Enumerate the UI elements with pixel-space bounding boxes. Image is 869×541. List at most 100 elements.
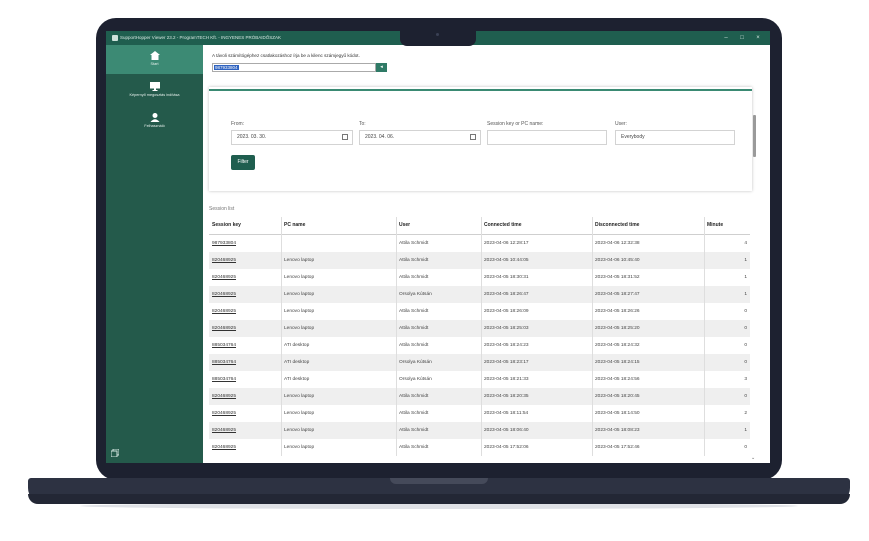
column-header[interactable]: Session key [212,217,241,234]
table-row[interactable]: 987933804 Attila Schmidt 2023-04-06 12:28:… [209,235,750,252]
scrollbar-thumb[interactable] [753,115,756,157]
table-cell: 2023-04-05 18:20:45 [595,394,640,399]
about-icon[interactable] [111,449,119,457]
maximize-button[interactable]: □ [734,31,750,45]
table-cell: Lenovo laptop [284,292,315,297]
main-content: A távoli számítógéphez csatlakozáshoz ír… [203,45,770,463]
table-cell: Lenovo laptop [284,326,315,331]
session-key-link[interactable]: 885034764 [212,354,236,371]
session-key-label: Session key or PC name: [487,121,544,127]
camera-notch [400,30,476,46]
table-row[interactable]: 820468925 Lenovo laptop Attila Schmidt 2023… [209,439,750,456]
table-row[interactable]: 885034764 ATI desktop Orsolya Kútsán 2023-0… [209,371,750,388]
table-cell: Attila Schmidt [399,411,429,416]
table-row[interactable]: 820468925 Lenovo laptop Attila Schmidt 2023… [209,269,750,286]
table-cell: 2023-04-05 18:06:40 [484,428,529,433]
table-cell: 1 [744,275,747,280]
table-row[interactable]: 820468925 Lenovo laptop Orsolya Kútsán 2023… [209,286,750,303]
table-cell: 2023-04-05 18:25:20 [595,326,640,331]
table-cell: 1 [744,428,747,433]
table-cell: 2023-04-05 18:20:35 [484,394,529,399]
table-cell: 0 [744,326,747,331]
table-row[interactable]: 885034764 ATI desktop Attila Schmidt 2023-0… [209,337,750,354]
session-key-link[interactable]: 820468925 [212,422,236,439]
connect-prompt: A távoli számítógéphez csatlakozáshoz ír… [212,53,360,58]
session-code-input[interactable]: 987933804 [212,63,376,72]
column-header[interactable]: Connected time [484,217,522,234]
table-row[interactable]: 820468925 Lenovo laptop Attila Schmidt 2023… [209,422,750,439]
table-cell: 2023-04-05 18:25:03 [484,326,529,331]
table-cell: 2023-04-05 18:26:47 [484,292,529,297]
camera-dot [436,33,439,36]
sidebar-item-share-screen[interactable]: Képernyő megosztás indítása [106,76,203,105]
session-key-link[interactable]: 885034764 [212,371,236,388]
table-cell: Attila Schmidt [399,309,429,314]
session-key-input[interactable] [487,130,607,145]
table-cell: 0 [744,309,747,314]
table-cell: Lenovo laptop [284,411,315,416]
table-cell: Lenovo laptop [284,428,315,433]
minimize-button[interactable]: – [718,31,734,45]
laptop-base-lip [28,494,850,504]
window-title: SupportHopper Viewer 23.2 - ProgramTECH … [120,35,281,40]
table-cell: Attila Schmidt [399,445,429,450]
sidebar-item-user[interactable]: Felhasználó [106,107,203,136]
session-key-link[interactable]: 820468925 [212,388,236,405]
user-select-value: Everybody [621,134,645,140]
column-header[interactable]: PC name [284,217,305,234]
column-divider [281,217,282,456]
scroll-down-arrow-icon[interactable]: ⌄ [751,455,755,461]
table-cell: 0 [744,343,747,348]
table-cell: Attila Schmidt [399,275,429,280]
table-cell: 1 [744,292,747,297]
table-cell: 0 [744,360,747,365]
table-cell: Lenovo laptop [284,275,315,280]
column-header[interactable]: Disconnected time [595,217,639,234]
sidebar-item-label: Start [150,62,159,66]
column-header[interactable]: User [399,217,410,234]
session-key-link[interactable]: 820468925 [212,405,236,422]
session-key-link[interactable]: 820468925 [212,286,236,303]
vertical-scrollbar[interactable] [752,113,758,463]
filter-button[interactable]: Filter [231,155,255,170]
table-row[interactable]: 820468925 Lenovo laptop Attila Schmidt 2023… [209,303,750,320]
calendar-icon[interactable] [470,134,476,140]
calendar-icon[interactable] [342,134,348,140]
session-key-link[interactable]: 820468925 [212,303,236,320]
table-row[interactable]: 885034764 ATI desktop Orsolya Kútsán 2023-0… [209,354,750,371]
to-label: To: [359,121,366,127]
session-key-link[interactable]: 820468925 [212,320,236,337]
table-cell: 2023-04-05 18:27:47 [595,292,640,297]
home-icon [149,51,160,60]
from-date-input[interactable]: 2023. 03. 30. [231,130,353,145]
session-key-link[interactable]: 820468925 [212,252,236,269]
table-cell: Lenovo laptop [284,445,315,450]
table-cell: 4 [744,241,747,246]
session-key-link[interactable]: 987933804 [212,235,236,252]
app-window: SupportHopper Viewer 23.2 - ProgramTECH … [106,31,770,463]
table-cell: Attila Schmidt [399,258,429,263]
table-cell: 2023-04-06 12:32:38 [595,241,640,246]
table-cell: Attila Schmidt [399,428,429,433]
table-cell: Attila Schmidt [399,241,429,246]
table-row[interactable]: 820468925 Lenovo laptop Attila Schmidt 2023… [209,320,750,337]
table-cell: Orsolya Kútsán [399,377,432,382]
from-date-value: 2023. 03. 30. [237,134,267,140]
column-divider [396,217,397,456]
table-cell: Orsolya Kútsán [399,360,432,365]
table-row[interactable]: 820468925 Lenovo laptop Attila Schmidt 2023… [209,252,750,269]
table-row[interactable]: 820468925 Lenovo laptop Attila Schmidt 2023… [209,388,750,405]
column-header[interactable]: Minute [707,217,723,234]
table-cell: 2023-04-05 18:24:15 [595,360,640,365]
filter-panel: From: 2023. 03. 30. To: 2023. 04. 06. Se… [209,87,752,191]
to-date-input[interactable]: 2023. 04. 06. [359,130,481,145]
close-button[interactable]: × [750,31,766,45]
user-select[interactable]: Everybody [615,130,735,145]
session-key-link[interactable]: 820468925 [212,439,236,456]
session-key-link[interactable]: 885034764 [212,337,236,354]
session-key-link[interactable]: 820468925 [212,269,236,286]
table-cell: 0 [744,445,747,450]
sidebar-item-start[interactable]: Start [106,45,203,74]
table-row[interactable]: 820468925 Lenovo laptop Attila Schmidt 2023… [209,405,750,422]
connect-button[interactable]: ◂ [376,63,387,72]
